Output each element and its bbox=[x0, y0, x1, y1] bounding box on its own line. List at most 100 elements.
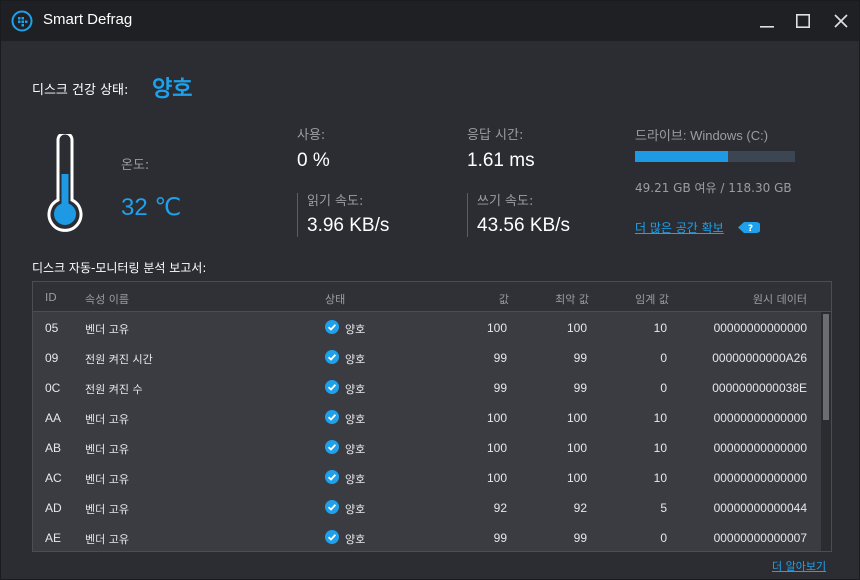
cell-raw-data: 00000000000000 bbox=[713, 471, 807, 485]
cell-raw-data: 00000000000000 bbox=[713, 441, 807, 455]
column-header-raw-data[interactable]: 원시 데이터 bbox=[683, 291, 807, 307]
cell-id: 0C bbox=[45, 381, 61, 395]
write-speed-divider bbox=[467, 193, 468, 237]
cell-worst: 99 bbox=[573, 351, 587, 365]
close-button[interactable] bbox=[826, 7, 856, 35]
minimize-icon bbox=[760, 26, 774, 28]
table-row[interactable]: AE 벤더 고유 양호 99 99 0 00000000000007 bbox=[33, 522, 821, 551]
cell-status: 양호 bbox=[345, 323, 366, 336]
cell-id: 09 bbox=[45, 351, 59, 365]
check-circle-icon bbox=[325, 500, 339, 514]
table-body: 05 벤더 고유 양호 100 100 10 00000000000000 09 전원 켜진 시… bbox=[33, 312, 821, 551]
cell-attribute-name: 벤더 고유 bbox=[85, 413, 129, 426]
cell-id: AD bbox=[45, 501, 62, 515]
cell-worst: 100 bbox=[566, 441, 587, 455]
cell-status: 양호 bbox=[345, 473, 366, 486]
temperature-label: 온도: bbox=[121, 158, 150, 173]
app-window: Smart Defrag 디스크 건강 상태: 양호 온도: 32 ℃ 사용: … bbox=[0, 0, 860, 580]
cell-threshold: 10 bbox=[653, 471, 667, 485]
disk-health-label: 디스크 건강 상태: bbox=[32, 83, 129, 98]
check-circle-icon bbox=[325, 470, 339, 484]
smart-defrag-logo-icon bbox=[11, 10, 33, 32]
drive-label: 드라이브: Windows (C:) bbox=[635, 128, 769, 143]
cell-status: 양호 bbox=[345, 533, 366, 546]
drive-space-text: 49.21 GB 여유 / 118.30 GB bbox=[635, 181, 792, 195]
scrollbar-thumb[interactable] bbox=[823, 314, 829, 420]
cell-raw-data: 0000000000038E bbox=[712, 381, 807, 395]
cell-id: AC bbox=[45, 471, 62, 485]
usage-value: 0 % bbox=[297, 150, 330, 171]
cell-value: 100 bbox=[486, 441, 507, 455]
column-header-status[interactable]: 상태 bbox=[325, 291, 345, 307]
help-icon[interactable]: ? bbox=[738, 221, 760, 234]
read-speed-divider bbox=[297, 193, 298, 237]
table-row[interactable]: AB 벤더 고유 양호 100 100 10 00000000000000 bbox=[33, 432, 821, 462]
cell-attribute-name: 벤더 고유 bbox=[85, 443, 129, 456]
cell-raw-data: 00000000000044 bbox=[713, 501, 807, 515]
cell-id: 05 bbox=[45, 321, 59, 335]
cell-value: 92 bbox=[493, 501, 507, 515]
column-header-worst[interactable]: 최악 값 bbox=[523, 291, 589, 307]
response-time-label: 응답 시간: bbox=[467, 128, 524, 143]
table-row[interactable]: AC 벤더 고유 양호 100 100 10 00000000000000 bbox=[33, 462, 821, 492]
close-icon bbox=[834, 14, 848, 28]
cell-attribute-name: 벤더 고유 bbox=[85, 473, 129, 486]
cell-raw-data: 00000000000000 bbox=[713, 321, 807, 335]
read-speed-label: 읽기 속도: bbox=[307, 194, 364, 209]
column-header-value[interactable]: 값 bbox=[453, 291, 509, 307]
free-up-space-link[interactable]: 더 많은 공간 확보 bbox=[635, 219, 724, 236]
disk-health-value: 양호 bbox=[152, 77, 193, 102]
cell-raw-data: 00000000000000 bbox=[713, 411, 807, 425]
cell-threshold: 0 bbox=[660, 381, 667, 395]
cell-id: AE bbox=[45, 531, 62, 545]
maximize-icon bbox=[796, 14, 810, 28]
cell-worst: 100 bbox=[566, 471, 587, 485]
cell-value: 99 bbox=[493, 381, 507, 395]
cell-id: AA bbox=[45, 411, 62, 425]
window-title: Smart Defrag bbox=[43, 11, 133, 28]
write-speed-label: 쓰기 속도: bbox=[477, 194, 534, 209]
column-header-threshold[interactable]: 임계 값 bbox=[603, 291, 669, 307]
check-circle-icon bbox=[325, 350, 339, 364]
read-speed-value: 3.96 KB/s bbox=[307, 215, 390, 236]
cell-attribute-name: 벤더 고유 bbox=[85, 503, 129, 516]
cell-raw-data: 00000000000007 bbox=[713, 531, 807, 545]
table-row[interactable]: AD 벤더 고유 양호 92 92 5 00000000000044 bbox=[33, 492, 821, 522]
cell-threshold: 10 bbox=[653, 441, 667, 455]
learn-more-link[interactable]: 더 알아보기 bbox=[772, 558, 826, 574]
table-row[interactable]: 09 전원 켜진 시간 양호 99 99 0 00000000000A26 bbox=[33, 342, 821, 372]
column-header-attribute-name[interactable]: 속성 이름 bbox=[85, 291, 129, 307]
cell-value: 100 bbox=[486, 411, 507, 425]
drive-usage-fill bbox=[635, 151, 729, 162]
column-header-id[interactable]: ID bbox=[45, 291, 57, 304]
cell-attribute-name: 전원 켜진 시간 bbox=[85, 353, 153, 366]
table-scrollbar[interactable] bbox=[821, 312, 831, 551]
check-circle-icon bbox=[325, 320, 339, 334]
table-header: ID 속성 이름 상태 값 최악 값 임계 값 원시 데이터 bbox=[33, 282, 831, 312]
response-time-value: 1.61 ms bbox=[467, 150, 535, 171]
cell-threshold: 0 bbox=[660, 351, 667, 365]
cell-status: 양호 bbox=[345, 413, 366, 426]
title-bar[interactable]: Smart Defrag bbox=[1, 1, 859, 41]
minimize-button[interactable] bbox=[752, 7, 782, 35]
cell-worst: 99 bbox=[573, 381, 587, 395]
drive-usage-bar bbox=[635, 151, 795, 162]
cell-worst: 99 bbox=[573, 531, 587, 545]
cell-raw-data: 00000000000A26 bbox=[712, 351, 807, 365]
cell-status: 양호 bbox=[345, 383, 366, 396]
cell-threshold: 0 bbox=[660, 531, 667, 545]
usage-label: 사용: bbox=[297, 128, 326, 143]
table-row[interactable]: AA 벤더 고유 양호 100 100 10 00000000000000 bbox=[33, 402, 821, 432]
check-circle-icon bbox=[325, 380, 339, 394]
table-row[interactable]: 0C 전원 켜진 수 양호 99 99 0 0000000000038E bbox=[33, 372, 821, 402]
cell-attribute-name: 전원 켜진 수 bbox=[85, 383, 143, 396]
cell-status: 양호 bbox=[345, 443, 366, 456]
cell-value: 100 bbox=[486, 471, 507, 485]
cell-worst: 100 bbox=[566, 411, 587, 425]
thermometer-icon bbox=[47, 134, 83, 232]
cell-id: AB bbox=[45, 441, 62, 455]
table-row[interactable]: 05 벤더 고유 양호 100 100 10 00000000000000 bbox=[33, 312, 821, 342]
maximize-button[interactable] bbox=[788, 7, 818, 35]
cell-status: 양호 bbox=[345, 353, 366, 366]
cell-threshold: 5 bbox=[660, 501, 667, 515]
